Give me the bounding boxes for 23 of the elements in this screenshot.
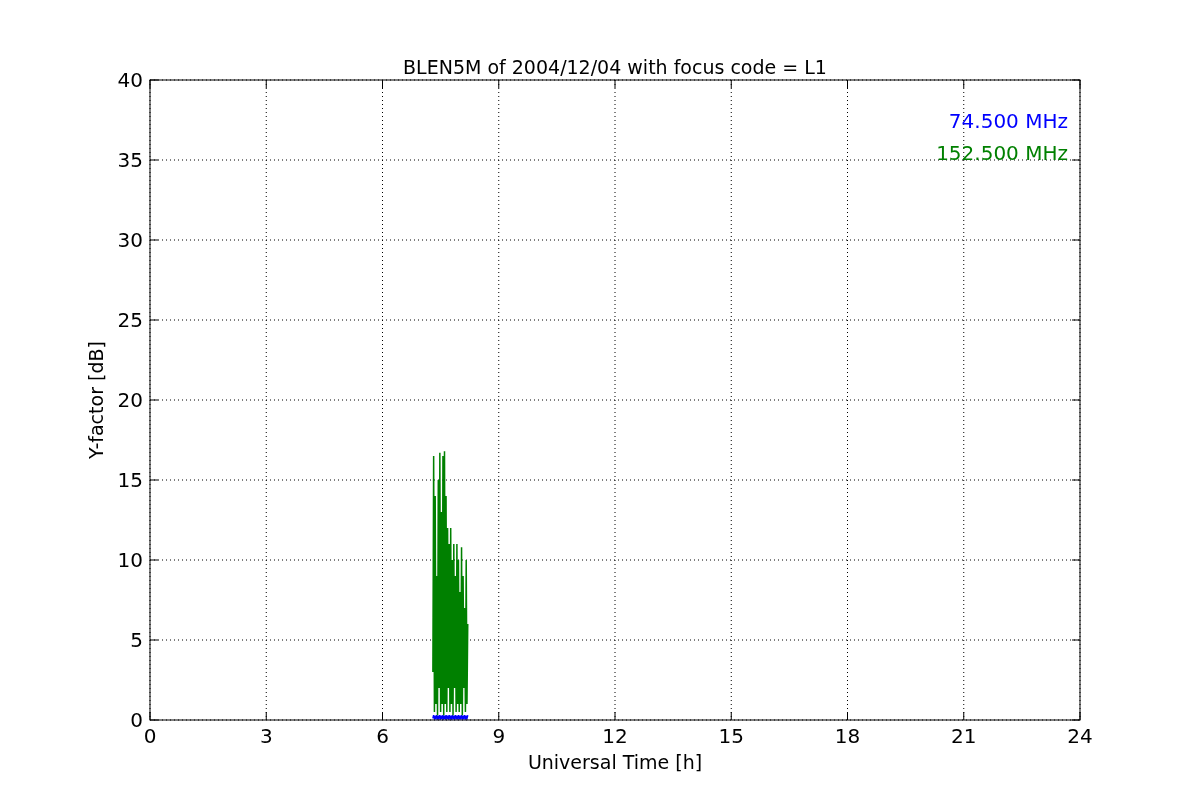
tick-label: 25 — [117, 308, 143, 332]
tick-label: 9 — [492, 724, 506, 748]
chart-title: BLEN5M of 2004/12/04 with focus code = L1 — [403, 56, 827, 78]
tick-label: 24 — [1067, 724, 1093, 748]
tick-label: 0 — [130, 708, 143, 732]
tick-label: 18 — [834, 724, 861, 748]
tick-label: 20 — [117, 388, 143, 412]
tick-label: 12 — [602, 724, 628, 748]
tick-label: 15 — [117, 468, 143, 492]
tick-label: 10 — [117, 548, 143, 572]
legend-label: 152.500 MHz — [936, 141, 1068, 165]
y-axis-label: Y-factor [dB] — [85, 341, 107, 459]
tick-label: 35 — [117, 148, 143, 172]
tick-label: 0 — [143, 724, 157, 748]
legend-label: 74.500 MHz — [948, 109, 1068, 133]
tick-label: 21 — [951, 724, 977, 748]
tick-label: 15 — [718, 724, 744, 748]
tick-label: 3 — [259, 724, 273, 748]
tick-label: 6 — [376, 724, 389, 748]
tick-label: 5 — [130, 628, 143, 652]
tick-label: 30 — [117, 228, 143, 252]
x-axis-label: Universal Time [h] — [527, 751, 703, 773]
tick-label: 40 — [117, 68, 143, 92]
